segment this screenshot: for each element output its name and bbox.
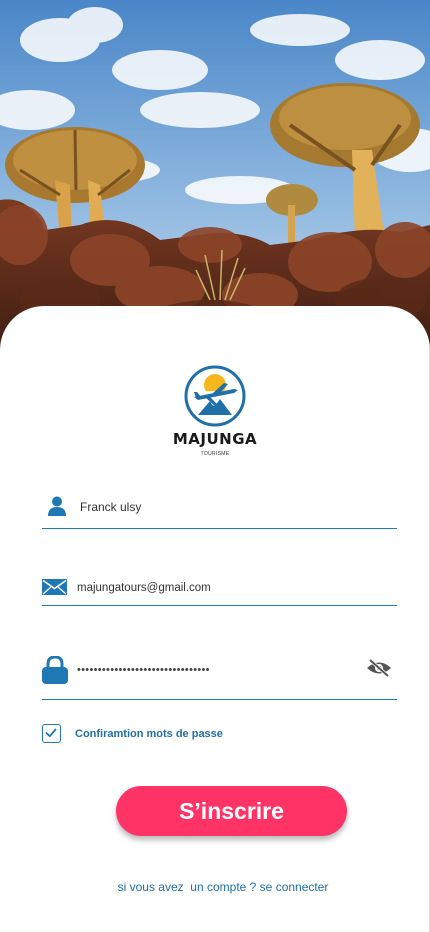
password-value: ••••••••••••••••••••••••••••••••: [77, 664, 210, 676]
signup-button[interactable]: S’inscrire: [116, 786, 347, 836]
brand-subtitle: TOURISME: [200, 451, 230, 457]
plane-sun-mountain-logo: [184, 365, 246, 427]
login-link[interactable]: si vous avez un compte ? se connecter: [0, 880, 430, 894]
name-value: Franck ulsy: [80, 500, 142, 514]
email-value: majungatours@gmail.com: [77, 582, 211, 594]
confirm-label: Confiramtion mots de passe: [75, 728, 223, 740]
mail-icon: [42, 579, 67, 600]
email-field[interactable]: majungatours@gmail.com: [42, 572, 397, 606]
confirm-checkbox[interactable]: [42, 724, 61, 743]
user-icon: [48, 496, 66, 521]
name-underline: [42, 528, 397, 529]
password-field[interactable]: ••••••••••••••••••••••••••••••••: [42, 652, 397, 700]
check-icon: [43, 725, 60, 741]
brand-name: MAJUNGA: [172, 430, 258, 448]
lock-icon: [42, 655, 68, 689]
email-underline: [42, 605, 397, 606]
password-underline: [42, 699, 397, 700]
name-field[interactable]: Franck ulsy: [42, 490, 397, 529]
eye-off-icon[interactable]: [366, 658, 392, 682]
